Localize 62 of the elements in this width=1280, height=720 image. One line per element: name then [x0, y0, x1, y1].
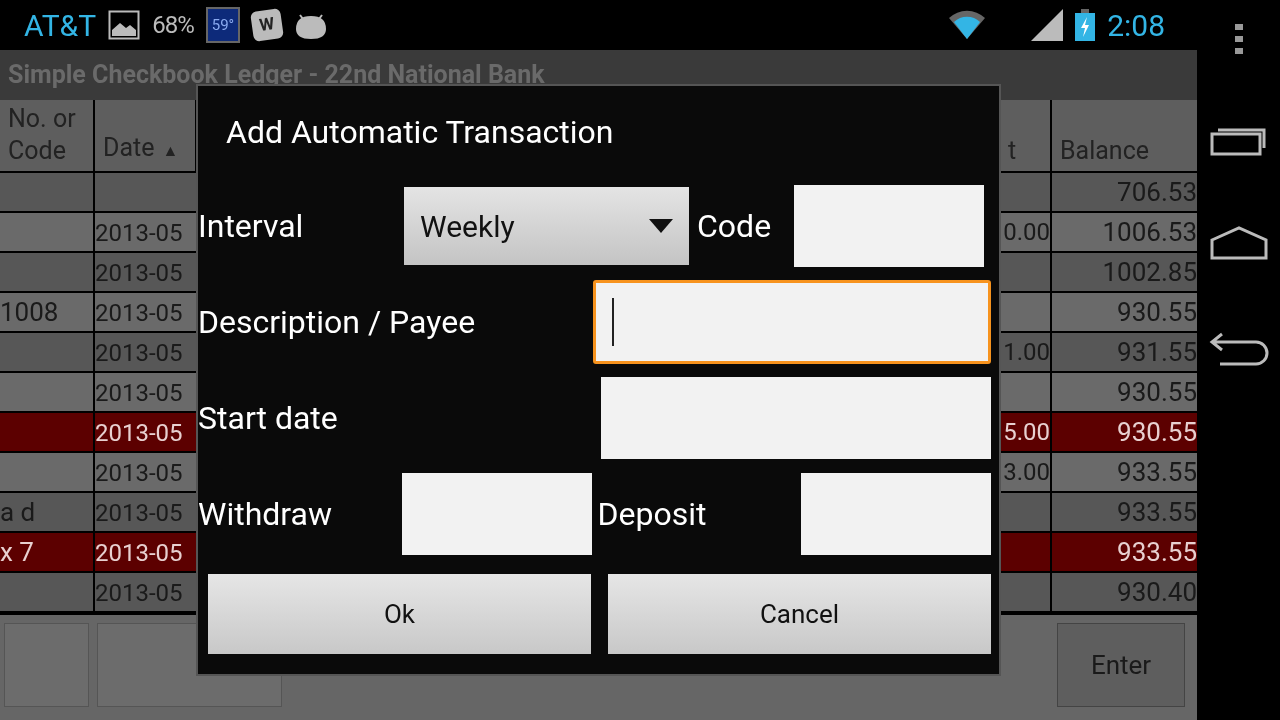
deposit-cell-text: 3.00 [1003, 457, 1050, 488]
date-cell: 2013-05 [95, 379, 183, 407]
column-header[interactable]: No. or Code [0, 100, 95, 171]
input-field[interactable] [593, 280, 991, 364]
balance-cell-text: 930.55 [1117, 416, 1197, 449]
balance-cell-text: 931.55 [1117, 336, 1197, 369]
battery-charging-icon [1075, 9, 1096, 41]
clock: 2:08 [1107, 6, 1165, 45]
home-icon[interactable] [1209, 226, 1268, 260]
interval-dropdown[interactable]: Weekly [404, 187, 689, 265]
weather-badge: 59° [205, 6, 241, 44]
date-cell: 2013-05 [95, 219, 183, 247]
dialog-button[interactable]: Ok [208, 574, 591, 654]
balance-cell-text: 933.55 [1117, 456, 1197, 489]
column-header[interactable]: Date ▲ [95, 100, 197, 171]
battery-notice: 68% [152, 10, 194, 41]
balance-cell-text: 930.40 [1117, 576, 1197, 609]
date-cell: 2013-05 [95, 339, 183, 367]
date-cell: 2013-05 [95, 579, 183, 607]
input-field[interactable] [401, 473, 592, 555]
wifi-icon [947, 10, 988, 40]
dialog-title: Add Automatic Transaction [226, 112, 614, 153]
input-field[interactable] [801, 473, 991, 555]
field-label: Code [696, 206, 773, 247]
balance-cell-text: 1002.85 [1102, 256, 1197, 289]
code-cell: 1008 [0, 297, 59, 327]
input-field[interactable] [794, 185, 984, 267]
balance-cell-text: 933.55 [1117, 536, 1197, 569]
field-label: Interval [198, 206, 305, 247]
date-cell: 2013-05 [95, 539, 183, 567]
deposit-cell-text: 0.00 [1003, 217, 1050, 248]
date-cell: 2013-05 [95, 419, 183, 447]
signal-icon [1031, 9, 1064, 41]
input-field[interactable] [601, 377, 991, 459]
enter-button[interactable]: Enter [1057, 623, 1185, 707]
field-label: Withdraw [198, 494, 333, 535]
column-header[interactable]: Balance [1052, 100, 1197, 171]
column-header[interactable]: t [1000, 100, 1052, 171]
code-cell: x 7 [0, 537, 34, 567]
field-label: Start date [198, 398, 339, 439]
code-cell: a d [0, 497, 36, 527]
image-icon [108, 10, 141, 40]
text-cursor [612, 298, 614, 346]
date-cell: 2013-05 [95, 499, 183, 527]
dialog-button[interactable]: Cancel [608, 574, 991, 654]
word-tile-badge: W [250, 8, 285, 42]
balance-cell-text: 930.55 [1117, 296, 1197, 329]
balance-cell-text: 930.55 [1117, 376, 1197, 409]
date-cell: 2013-05 [95, 299, 183, 327]
menu-icon[interactable] [1233, 24, 1244, 54]
balance-cell-text: 933.55 [1117, 496, 1197, 529]
caret-icon [649, 219, 673, 233]
balance-cell-text: 706.53 [1117, 176, 1197, 209]
date-cell: 2013-05 [95, 259, 183, 287]
deposit-cell-text: 5.00 [1003, 417, 1050, 448]
field-label: Deposit [596, 494, 708, 535]
deposit-cell-text: 1.00 [1003, 337, 1050, 368]
back-icon[interactable] [1207, 330, 1270, 366]
balance-cell-text: 1006.53 [1102, 216, 1197, 249]
date-cell: 2013-05 [95, 459, 183, 487]
carrier-label: AT&T [24, 6, 97, 45]
field-label: Description / Payee [198, 302, 477, 343]
